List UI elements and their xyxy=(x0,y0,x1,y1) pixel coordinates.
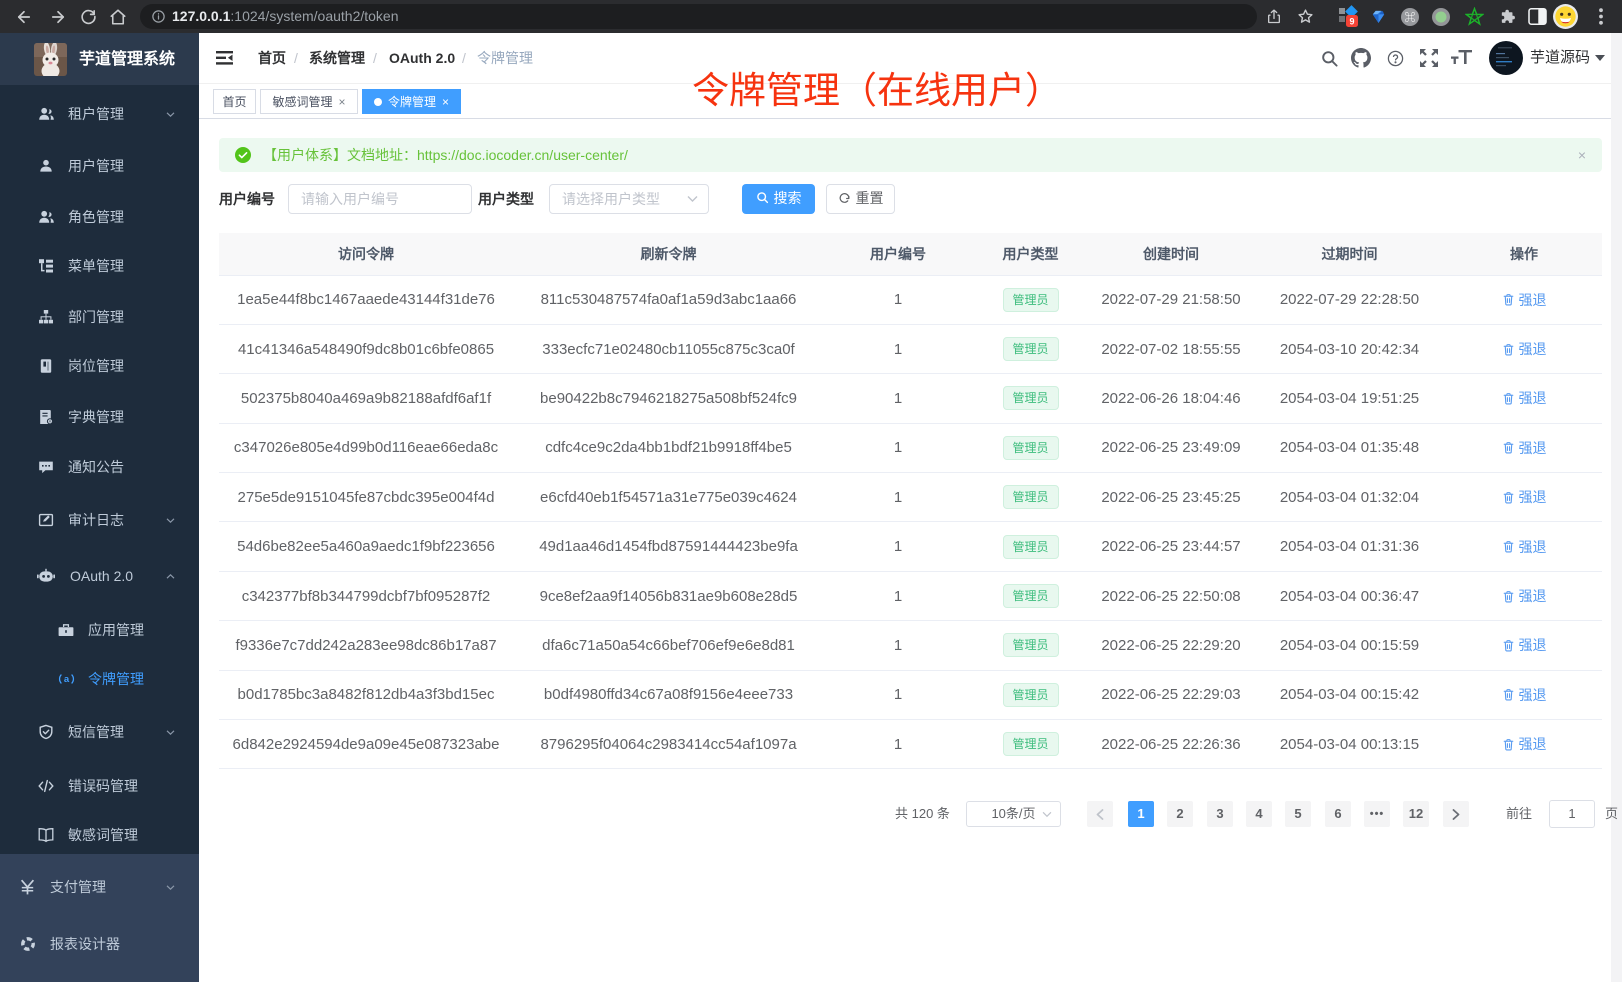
svg-text:⌘: ⌘ xyxy=(1405,11,1416,24)
svg-text:9: 9 xyxy=(1349,16,1354,26)
svg-text:a: a xyxy=(64,674,70,685)
